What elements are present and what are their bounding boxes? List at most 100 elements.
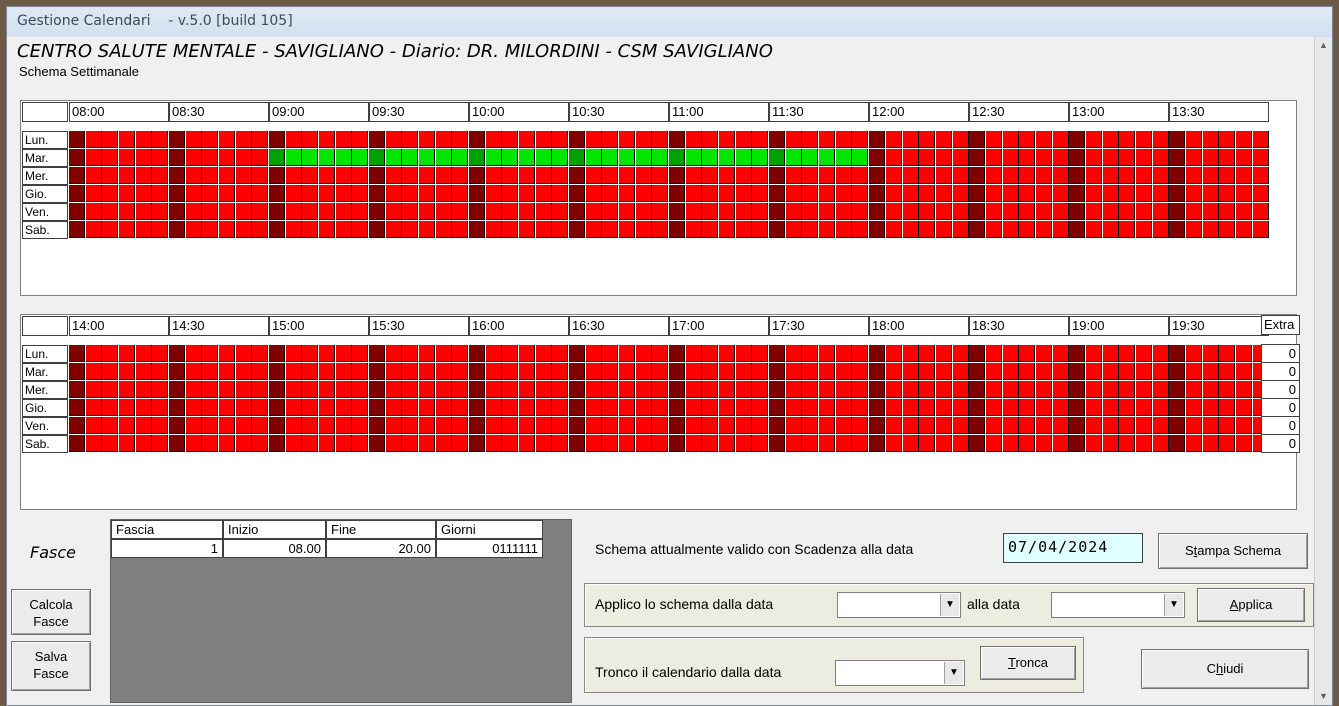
morning-time-slot[interactable] <box>202 131 219 148</box>
afternoon-time-slot[interactable] <box>885 363 902 380</box>
morning-time-slot[interactable] <box>1119 185 1136 202</box>
afternoon-time-slot[interactable] <box>702 417 719 434</box>
morning-time-slot[interactable] <box>1085 185 1102 202</box>
afternoon-time-slot[interactable] <box>919 417 936 434</box>
afternoon-time-slot[interactable] <box>569 399 586 416</box>
afternoon-time-slot[interactable] <box>202 363 219 380</box>
morning-time-slot[interactable] <box>852 185 869 202</box>
morning-time-slot[interactable] <box>1219 185 1236 202</box>
afternoon-time-slot[interactable] <box>352 381 369 398</box>
afternoon-time-slot[interactable] <box>602 345 619 362</box>
afternoon-time-slot[interactable] <box>685 345 702 362</box>
afternoon-time-slot[interactable] <box>985 363 1002 380</box>
afternoon-time-slot[interactable] <box>635 363 652 380</box>
morning-time-slot[interactable] <box>419 167 436 184</box>
morning-time-slot[interactable] <box>619 221 636 238</box>
afternoon-time-slot[interactable] <box>819 381 836 398</box>
afternoon-time-slot[interactable] <box>735 417 752 434</box>
afternoon-time-slot[interactable] <box>119 399 135 416</box>
morning-time-slot[interactable] <box>719 185 736 202</box>
afternoon-time-slot[interactable] <box>985 435 1002 452</box>
afternoon-time-slot[interactable] <box>985 417 1002 434</box>
morning-time-slot[interactable] <box>1202 221 1219 238</box>
morning-time-slot[interactable] <box>919 131 936 148</box>
chevron-down-icon[interactable]: ▼ <box>944 662 963 684</box>
afternoon-time-slot[interactable] <box>435 399 452 416</box>
morning-time-slot[interactable] <box>69 203 85 220</box>
morning-time-slot[interactable] <box>652 149 669 166</box>
afternoon-time-slot[interactable] <box>619 399 636 416</box>
morning-time-slot[interactable] <box>785 149 802 166</box>
morning-time-slot[interactable] <box>752 167 769 184</box>
afternoon-time-slot[interactable] <box>452 417 469 434</box>
afternoon-time-slot[interactable] <box>302 417 319 434</box>
afternoon-time-slot[interactable] <box>1085 345 1102 362</box>
afternoon-time-slot[interactable] <box>285 417 302 434</box>
afternoon-time-slot[interactable] <box>919 345 936 362</box>
morning-time-slot[interactable] <box>1135 185 1152 202</box>
morning-time-slot[interactable] <box>769 221 786 238</box>
afternoon-time-slot[interactable] <box>1002 345 1019 362</box>
morning-time-slot[interactable] <box>652 221 669 238</box>
afternoon-time-slot[interactable] <box>1069 345 1086 362</box>
afternoon-time-slot[interactable] <box>152 381 169 398</box>
afternoon-time-slot[interactable] <box>852 435 869 452</box>
morning-time-slot[interactable] <box>402 203 419 220</box>
afternoon-time-slot[interactable] <box>869 345 886 362</box>
afternoon-time-slot[interactable] <box>285 435 302 452</box>
morning-time-slot[interactable] <box>702 131 719 148</box>
afternoon-time-slot[interactable] <box>269 363 286 380</box>
extra-count-field[interactable]: 0 <box>1261 344 1300 363</box>
morning-time-slot[interactable] <box>819 185 836 202</box>
afternoon-time-slot[interactable] <box>835 381 852 398</box>
afternoon-time-slot[interactable] <box>1035 363 1052 380</box>
afternoon-time-slot[interactable] <box>669 417 686 434</box>
morning-time-slot[interactable] <box>135 203 152 220</box>
afternoon-time-slot[interactable] <box>402 399 419 416</box>
morning-time-slot[interactable] <box>152 149 169 166</box>
afternoon-time-slot[interactable] <box>635 381 652 398</box>
morning-time-slot[interactable] <box>1152 131 1169 148</box>
afternoon-time-slot[interactable] <box>585 363 602 380</box>
morning-time-slot[interactable] <box>385 185 402 202</box>
morning-time-slot[interactable] <box>1052 203 1069 220</box>
morning-time-slot[interactable] <box>1235 131 1252 148</box>
morning-time-slot[interactable] <box>769 149 786 166</box>
afternoon-time-slot[interactable] <box>1169 435 1186 452</box>
morning-time-slot[interactable] <box>1019 203 1036 220</box>
morning-time-slot[interactable] <box>1235 167 1252 184</box>
afternoon-time-slot[interactable] <box>585 399 602 416</box>
afternoon-time-slot[interactable] <box>135 345 152 362</box>
afternoon-time-slot[interactable] <box>402 417 419 434</box>
afternoon-time-slot[interactable] <box>1035 435 1052 452</box>
morning-time-slot[interactable] <box>402 167 419 184</box>
afternoon-time-slot[interactable] <box>1069 435 1086 452</box>
afternoon-time-slot[interactable] <box>302 399 319 416</box>
morning-time-slot[interactable] <box>802 221 819 238</box>
morning-time-slot[interactable] <box>319 167 336 184</box>
morning-time-slot[interactable] <box>319 149 336 166</box>
morning-time-slot[interactable] <box>219 131 236 148</box>
afternoon-time-slot[interactable] <box>302 435 319 452</box>
fasce-cell-giorni[interactable]: 0111111 <box>436 539 543 558</box>
afternoon-time-slot[interactable] <box>1019 417 1036 434</box>
afternoon-time-slot[interactable] <box>1202 435 1219 452</box>
morning-time-slot[interactable] <box>269 149 286 166</box>
afternoon-time-slot[interactable] <box>152 399 169 416</box>
afternoon-time-slot[interactable] <box>735 381 752 398</box>
morning-time-slot[interactable] <box>885 131 902 148</box>
morning-time-slot[interactable] <box>769 185 786 202</box>
morning-time-slot[interactable] <box>402 221 419 238</box>
morning-time-slot[interactable] <box>919 185 936 202</box>
afternoon-time-slot[interactable] <box>252 345 269 362</box>
morning-time-slot[interactable] <box>702 167 719 184</box>
morning-time-slot[interactable] <box>835 131 852 148</box>
morning-time-slot[interactable] <box>335 149 352 166</box>
morning-time-slot[interactable] <box>135 149 152 166</box>
afternoon-time-slot[interactable] <box>319 381 336 398</box>
morning-time-slot[interactable] <box>885 185 902 202</box>
morning-time-slot[interactable] <box>1052 131 1069 148</box>
morning-time-slot[interactable] <box>985 185 1002 202</box>
morning-time-slot[interactable] <box>752 131 769 148</box>
afternoon-time-slot[interactable] <box>935 417 952 434</box>
